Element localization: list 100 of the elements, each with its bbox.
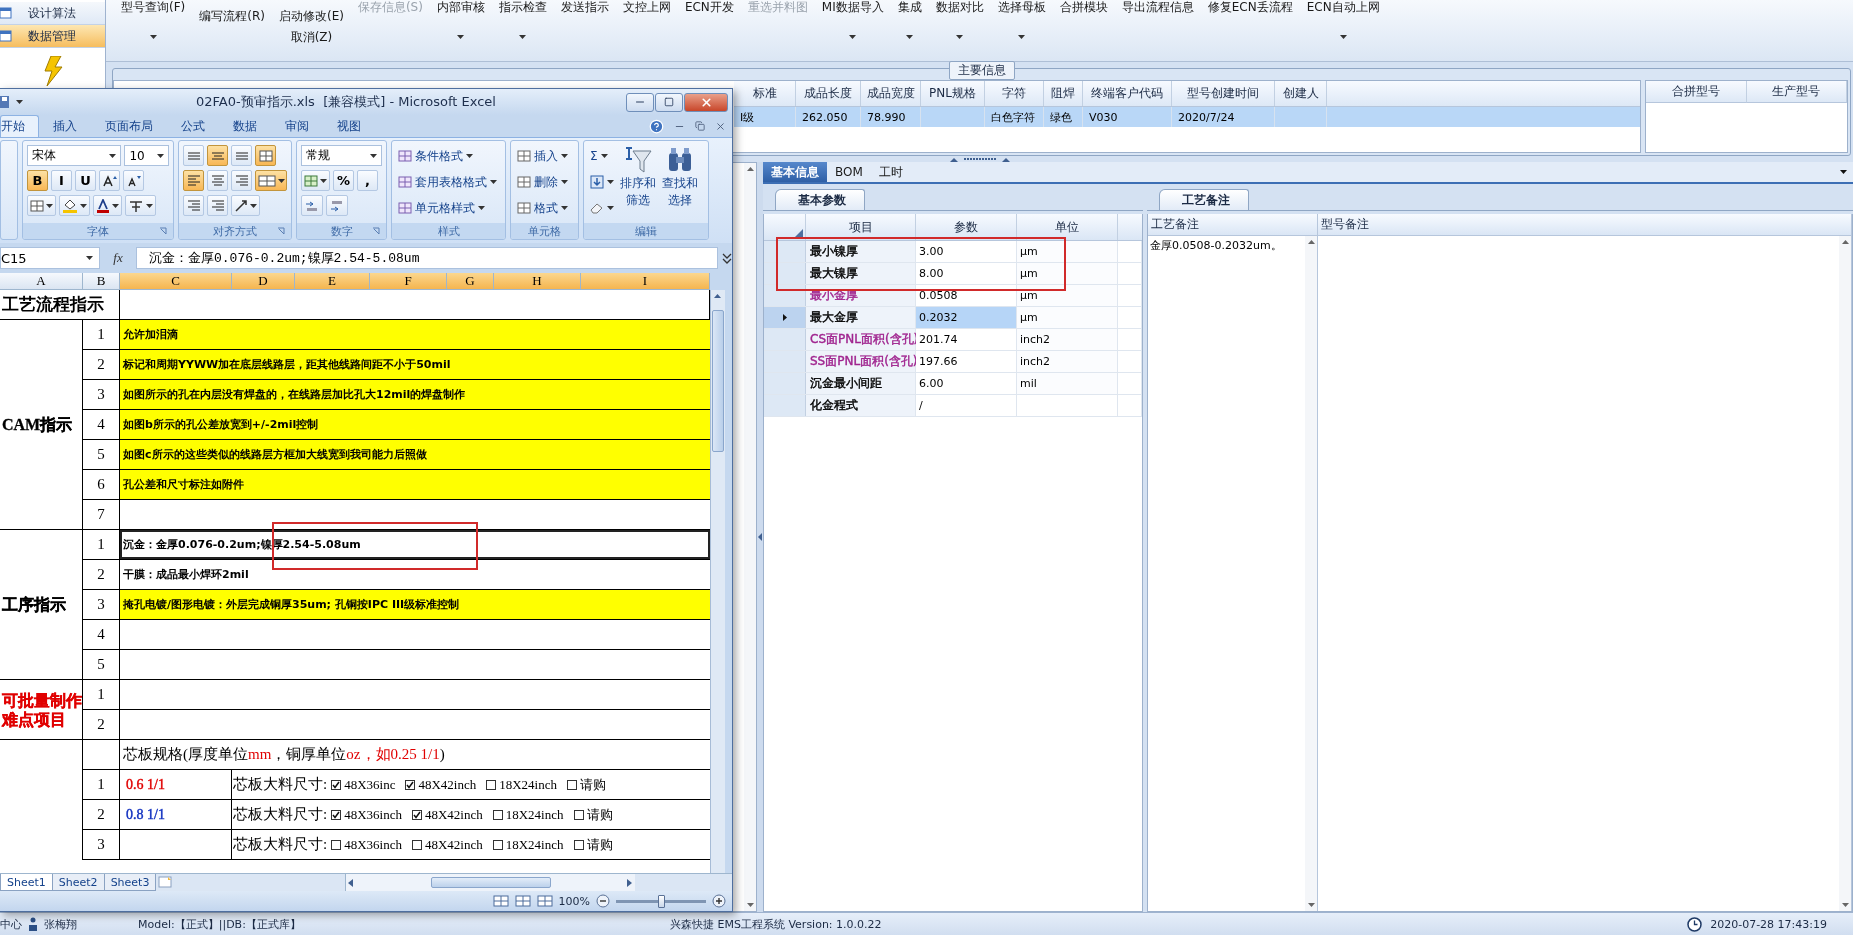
- toolbar-button[interactable]: 文控上网: [622, 0, 671, 15]
- row-header[interactable]: [764, 285, 806, 306]
- format-button[interactable]: U: [75, 170, 96, 191]
- scroll-thumb[interactable]: [712, 310, 724, 452]
- sheet-cell[interactable]: 允许加泪滴: [120, 320, 710, 350]
- toolbar-button[interactable]: 导出流程信息: [1121, 0, 1194, 15]
- vertical-scrollbar[interactable]: [744, 163, 756, 911]
- style-menu-button[interactable]: 套用表格格式: [396, 171, 501, 193]
- toolbar-button[interactable]: MI数据导入: [821, 0, 884, 15]
- decrease-decimal-button[interactable]: [326, 195, 348, 216]
- column-header[interactable]: C: [120, 273, 232, 290]
- column-header[interactable]: G: [447, 273, 494, 290]
- sheet-cell[interactable]: 0.8 1/1: [120, 800, 232, 830]
- align-button[interactable]: [183, 145, 204, 166]
- currency-button[interactable]: [301, 170, 330, 191]
- scroll-up-icon[interactable]: [712, 292, 723, 300]
- zoom-out-icon[interactable]: [596, 894, 610, 908]
- number-style-button[interactable]: %: [333, 170, 354, 191]
- checkbox[interactable]: [492, 839, 503, 850]
- scroll-up-icon[interactable]: [1307, 240, 1315, 244]
- scroll-left-icon[interactable]: [348, 878, 355, 887]
- column-header[interactable]: 成品宽度: [861, 81, 921, 106]
- format-button[interactable]: I: [51, 170, 72, 191]
- column-header[interactable]: 终端客户代码: [1083, 81, 1172, 106]
- checkbox[interactable]: [492, 809, 503, 820]
- column-header[interactable]: 生产型号: [1746, 81, 1847, 103]
- column-header[interactable]: PNL规格: [921, 81, 985, 106]
- toolbar-button[interactable]: 合拼模块: [1059, 0, 1108, 15]
- column-header[interactable]: A: [0, 273, 83, 290]
- sidebar-item[interactable]: 设计算法: [0, 2, 105, 25]
- toolbar-button[interactable]: 修复ECN丢流程: [1207, 0, 1293, 15]
- orientation-button[interactable]: [231, 195, 260, 216]
- number-format-field[interactable]: 常规: [301, 145, 382, 166]
- splitter-arrow-icon[interactable]: [758, 533, 762, 541]
- empty-cell[interactable]: [120, 830, 232, 860]
- maximize-button[interactable]: [655, 92, 683, 112]
- slider-thumb[interactable]: [658, 894, 665, 908]
- vertical-scrollbar[interactable]: [1305, 236, 1317, 911]
- table-row[interactable]: I级 262.050 78.990 白色字符 绿色 V030 2020/7/24: [734, 107, 1640, 127]
- panel-tab[interactable]: 工艺备注: [1159, 189, 1249, 210]
- sheet-cell[interactable]: 如图所示的孔在内层没有焊盘的，在线路层加比孔大12mil的焊盘制作: [120, 380, 710, 410]
- row-header[interactable]: [764, 263, 806, 284]
- column-header[interactable]: 创建人: [1275, 81, 1327, 106]
- column-header[interactable]: 项目: [806, 214, 916, 240]
- vertical-scrollbar[interactable]: [710, 290, 725, 873]
- ribbon-tab[interactable]: 开始: [0, 115, 39, 137]
- column-header[interactable]: 型号备注: [1318, 214, 1852, 236]
- sheet-cell[interactable]: 掩孔电镀/图形电镀：外层完成铜厚35um; 孔铜按IPC III级标准控制: [120, 590, 710, 620]
- splitter-grip-icon[interactable]: [949, 156, 1010, 162]
- column-header[interactable]: 单位: [1017, 214, 1118, 240]
- checkbox[interactable]: [573, 839, 584, 850]
- cells-menu-button[interactable]: 删除: [515, 171, 574, 193]
- column-header[interactable]: E: [295, 273, 370, 290]
- checkbox[interactable]: [567, 779, 577, 790]
- row-header[interactable]: [764, 241, 806, 262]
- scroll-down-icon[interactable]: [1307, 903, 1315, 907]
- ribbon-tab[interactable]: 公式: [167, 115, 219, 137]
- wrap-text-button[interactable]: [255, 145, 276, 166]
- font-name-field[interactable]: 宋体: [27, 145, 122, 166]
- checkbox[interactable]: [405, 779, 416, 790]
- align-button[interactable]: [207, 170, 228, 191]
- column-header[interactable]: 标准: [734, 81, 796, 106]
- sheet-cell[interactable]: 如图c所示的这些类似的线路层方框加大线宽到我司能力后照做: [120, 440, 710, 470]
- column-header[interactable]: 工艺备注: [1148, 214, 1318, 236]
- column-header[interactable]: H: [494, 273, 581, 290]
- zoom-in-icon[interactable]: [712, 894, 726, 908]
- fill-color-button[interactable]: [59, 195, 90, 216]
- close-icon[interactable]: [715, 120, 726, 132]
- function-button[interactable]: fx: [113, 250, 123, 266]
- ribbon-tab[interactable]: 页面布局: [91, 115, 167, 137]
- minimize-button[interactable]: [626, 92, 654, 112]
- toolbar-button[interactable]: 发送指示: [560, 0, 609, 15]
- checkbox[interactable]: [486, 779, 497, 790]
- column-header[interactable]: 参数: [916, 214, 1017, 240]
- dialog-launcher-icon[interactable]: [159, 227, 167, 235]
- checkbox[interactable]: [411, 839, 422, 850]
- find-select-button[interactable]: 查找和 选择: [660, 145, 700, 219]
- toolbar-button[interactable]: ECN自动上网: [1306, 0, 1380, 15]
- name-box[interactable]: C15: [0, 247, 100, 269]
- sheet-tab[interactable]: Sheet2: [51, 874, 105, 891]
- scroll-up-icon[interactable]: [1841, 240, 1849, 244]
- column-header[interactable]: B: [83, 273, 120, 290]
- scroll-thumb[interactable]: [430, 877, 551, 888]
- checkbox[interactable]: [573, 809, 584, 820]
- shrink-font-button[interactable]: [123, 170, 144, 191]
- merge-cells-button[interactable]: [255, 170, 287, 191]
- column-header[interactable]: 成品长度: [796, 81, 861, 106]
- sheet-cell[interactable]: 孔公差和尺寸标注如附件: [120, 470, 710, 500]
- ribbon-tab[interactable]: 插入: [39, 115, 91, 137]
- formula-field[interactable]: 沉金：金厚0.076-0.2um;镍厚2.54-5.08um: [136, 247, 718, 269]
- font-size-field[interactable]: 10: [124, 145, 169, 166]
- align-button[interactable]: [183, 170, 204, 191]
- tab[interactable]: BOM: [827, 162, 871, 182]
- font-color-button[interactable]: [93, 195, 122, 216]
- empty-cell[interactable]: [83, 740, 120, 770]
- vertical-scrollbar[interactable]: [1839, 236, 1851, 911]
- dialog-launcher-icon[interactable]: [277, 227, 285, 235]
- sheet-tab[interactable]: Sheet1: [0, 874, 53, 891]
- ribbon-tab[interactable]: 审阅: [271, 115, 323, 137]
- cells-menu-button[interactable]: 插入: [515, 145, 574, 167]
